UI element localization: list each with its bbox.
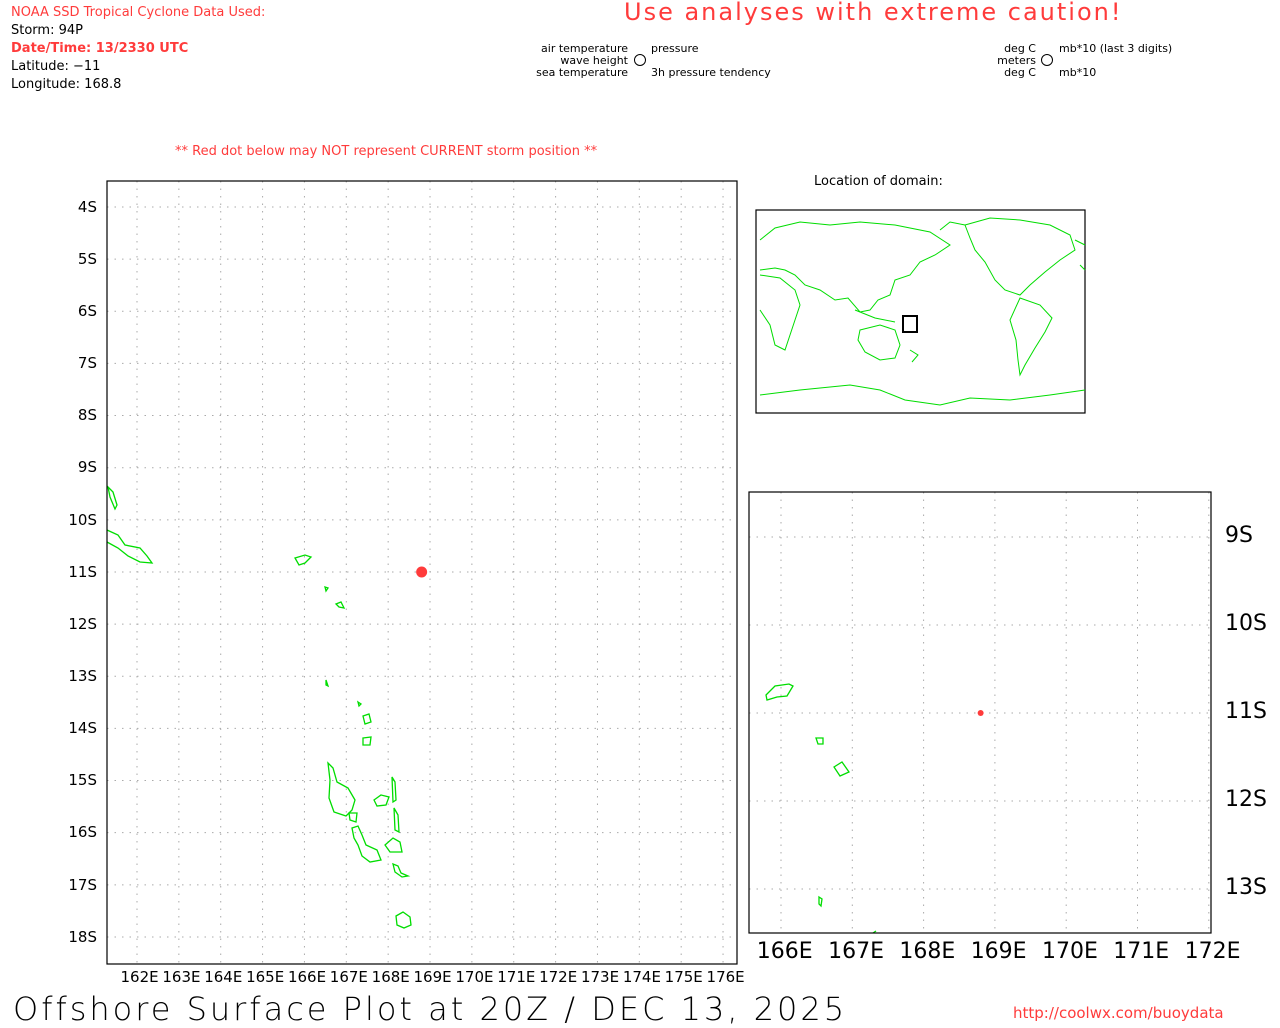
lat-tick-label: 16S <box>68 823 97 842</box>
lon-tick-label: 162E <box>120 967 159 986</box>
lon-tick-label: 165E <box>246 967 285 986</box>
lon-tick-label: 175E <box>664 967 703 986</box>
lat-tick-label: 11S <box>68 562 97 581</box>
lat-tick-label: 12S <box>1225 787 1267 813</box>
lon-tick-label: 169E <box>970 938 1027 964</box>
lon-tick-label: 169E <box>413 967 452 986</box>
source-url-link[interactable]: http://coolwx.com/buoydata <box>1013 1004 1224 1022</box>
station-model-circle-icon <box>634 54 646 66</box>
lat-tick-label: 12S <box>68 614 97 633</box>
lat-tick-label: 7S <box>77 354 97 373</box>
station-model-circle-icon <box>1041 54 1053 66</box>
lat-tick-label: 13S <box>1225 875 1267 901</box>
lat-tick-label: 18S <box>68 927 97 946</box>
storm-position-dot-zoom[interactable] <box>977 710 984 716</box>
lon-tick-label: 173E <box>580 967 620 986</box>
lon-tick-label: 163E <box>162 967 201 986</box>
lat-tick-label: 10S <box>68 510 97 529</box>
lon-tick-label: 168E <box>899 938 956 964</box>
lat-tick-label: 10S <box>1225 611 1267 637</box>
lat-tick-label: 6S <box>77 301 97 320</box>
lat-tick-label: 13S <box>68 666 97 685</box>
lat-tick-label: 5S <box>77 249 97 268</box>
main-coastlines <box>106 485 412 929</box>
lon-tick-label: 167E <box>329 967 368 986</box>
lon-tick-label: 172E <box>539 967 578 986</box>
lon-tick-label: 166E <box>287 967 327 986</box>
lat-tick-label: 14S <box>68 719 97 738</box>
lon-tick-label: 171E <box>497 967 536 986</box>
lon-tick-label: 171E <box>1113 938 1170 964</box>
lat-tick-label: 4S <box>77 197 97 216</box>
lon-tick-label: 168E <box>371 967 410 986</box>
map-canvas <box>106 54 1212 965</box>
lat-tick-label: 9S <box>1225 523 1253 549</box>
inset-world-map <box>755 209 1086 414</box>
lat-tick-label: 15S <box>68 771 97 790</box>
lon-tick-label: 166E <box>756 938 813 964</box>
storm-position-dot[interactable] <box>416 566 428 578</box>
lon-tick-label: 170E <box>1042 938 1098 964</box>
lat-tick-label: 9S <box>77 458 97 477</box>
lat-tick-label: 17S <box>68 875 97 894</box>
lon-tick-label: 172E <box>1184 938 1241 964</box>
lon-tick-label: 167E <box>828 938 884 964</box>
lat-tick-label: 8S <box>77 406 97 425</box>
lon-tick-label: 164E <box>204 967 243 986</box>
plot-title: Offshore Surface Plot at 20Z / DEC 13, 2… <box>13 990 848 1028</box>
lon-tick-label: 170E <box>455 967 494 986</box>
lon-tick-label: 176E <box>706 967 745 986</box>
zoom-coastlines <box>765 683 877 934</box>
lat-tick-label: 11S <box>1225 699 1267 725</box>
lon-tick-label: 174E <box>622 967 661 986</box>
